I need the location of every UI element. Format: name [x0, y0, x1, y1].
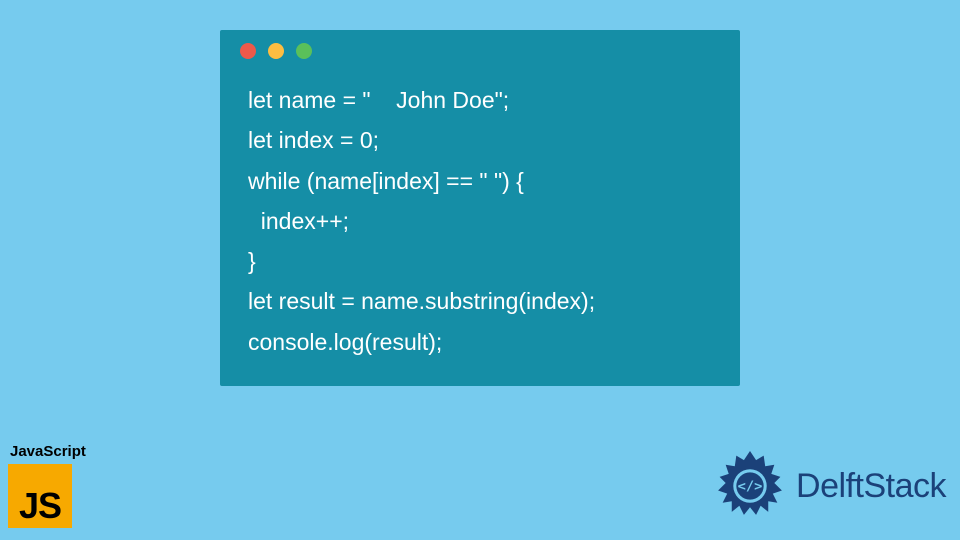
- code-window: let name = " John Doe"; let index = 0; w…: [220, 30, 740, 386]
- brand-badge: </> DelftStack: [712, 448, 946, 524]
- javascript-logo-icon: JS: [8, 464, 72, 528]
- window-titlebar: [220, 30, 740, 72]
- minimize-icon: [268, 43, 284, 59]
- svg-text:</>: </>: [738, 479, 763, 495]
- delftstack-logo-icon: </>: [712, 448, 788, 524]
- brand-name: DelftStack: [796, 467, 946, 506]
- javascript-label: JavaScript: [10, 443, 86, 460]
- javascript-logo-text: JS: [19, 488, 61, 524]
- close-icon: [240, 43, 256, 59]
- maximize-icon: [296, 43, 312, 59]
- code-block: let name = " John Doe"; let index = 0; w…: [220, 72, 740, 362]
- javascript-badge: JavaScript JS: [8, 443, 86, 528]
